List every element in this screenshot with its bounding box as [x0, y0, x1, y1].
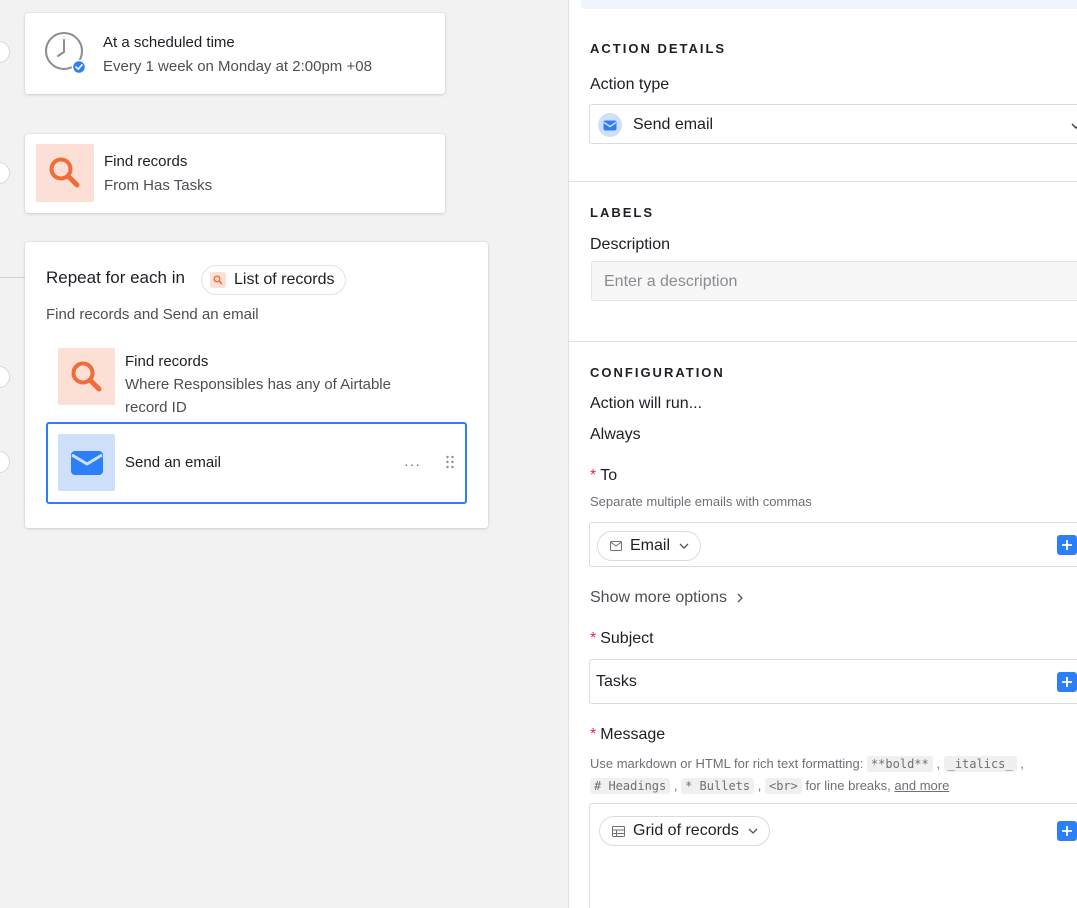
- action-config-panel: ACTION DETAILS Action type Send email LA…: [568, 0, 1077, 908]
- description-placeholder: Enter a description: [604, 273, 738, 290]
- connector-dot: [0, 41, 10, 63]
- repeat-subtitle: Find records and Send an email: [46, 306, 259, 323]
- grid-of-records-token[interactable]: Grid of records: [599, 816, 770, 846]
- find-records-subtitle: From Has Tasks: [104, 177, 213, 194]
- search-icon: [71, 361, 101, 391]
- search-icon: [49, 157, 80, 188]
- nested-find-records-title: Find records: [125, 353, 209, 370]
- envelope-icon: [610, 541, 622, 551]
- automation-canvas: At a scheduled time Every 1 week on Mond…: [0, 0, 568, 908]
- nested-find-records[interactable]: Find records Where Responsibles has any …: [46, 342, 467, 420]
- trigger-subtitle: Every 1 week on Monday at 2:00pm +08: [103, 58, 372, 75]
- send-email-title: Send an email: [125, 454, 221, 471]
- to-field[interactable]: Email: [589, 522, 1077, 567]
- section-divider: [569, 341, 1077, 342]
- plus-icon: [1062, 826, 1072, 836]
- repeat-group-card[interactable]: Repeat for each in List of records Find …: [25, 242, 488, 528]
- runs-label: Action will run...: [590, 395, 703, 412]
- trigger-title: At a scheduled time: [103, 34, 235, 51]
- find-records-title: Find records: [104, 153, 188, 170]
- more-options-icon[interactable]: ···: [404, 456, 421, 472]
- search-icon-tile: [36, 144, 94, 202]
- connector-dot: [0, 451, 10, 473]
- envelope-icon: [70, 450, 103, 475]
- add-field-button[interactable]: [1057, 821, 1077, 841]
- description-input[interactable]: Enter a description: [591, 261, 1077, 301]
- action-type-value: Send email: [633, 116, 714, 133]
- find-records-card[interactable]: Find records From Has Tasks: [25, 134, 445, 213]
- message-field[interactable]: Grid of records: [589, 803, 1077, 908]
- section-heading-labels: LABELS: [590, 205, 654, 220]
- to-hint: Separate multiple emails with commas: [590, 494, 812, 509]
- and-more-link[interactable]: and more: [894, 778, 949, 793]
- to-label: * To: [590, 467, 618, 484]
- runs-value: Always: [590, 426, 641, 443]
- envelope-icon-tile: [58, 434, 115, 491]
- email-token[interactable]: Email: [597, 531, 702, 561]
- connector-dot: [0, 366, 10, 388]
- list-of-records-pill[interactable]: List of records: [201, 265, 347, 295]
- search-icon: [210, 272, 226, 288]
- send-email-step[interactable]: Send an email ···: [46, 422, 467, 504]
- email-token-label: Email: [630, 537, 671, 554]
- nested-find-records-subtitle: Where Responsibles has any of Airtable: [125, 376, 391, 393]
- plus-icon: [1062, 540, 1072, 550]
- subject-value: Tasks: [596, 673, 637, 690]
- connector-dot: [0, 162, 10, 184]
- show-more-options-link[interactable]: Show more options: [590, 589, 745, 607]
- repeat-title: Repeat for each in: [46, 268, 185, 287]
- subject-field[interactable]: Tasks: [589, 659, 1077, 704]
- clock-icon: [44, 31, 87, 75]
- subject-label: * Subject: [590, 630, 654, 647]
- trigger-card[interactable]: At a scheduled time Every 1 week on Mond…: [25, 13, 445, 94]
- envelope-icon: [598, 113, 622, 137]
- section-heading-configuration: CONFIGURATION: [590, 365, 725, 380]
- add-field-button[interactable]: [1057, 672, 1077, 692]
- nested-find-records-subtitle-2: record ID: [125, 399, 187, 416]
- search-icon-tile: [58, 348, 115, 405]
- message-label: * Message: [590, 726, 666, 743]
- chevron-right-icon: [737, 593, 743, 603]
- chevron-down-icon: [679, 543, 689, 549]
- grid-of-records-label: Grid of records: [633, 822, 739, 839]
- message-hint: Use markdown or HTML for rich text forma…: [590, 756, 1024, 794]
- action-type-label: Action type: [590, 76, 670, 93]
- action-type-select[interactable]: Send email: [589, 104, 1077, 144]
- section-divider: [569, 181, 1077, 182]
- drag-handle-icon[interactable]: [445, 455, 455, 469]
- chevron-down-icon: [1070, 119, 1077, 137]
- pill-label: List of records: [234, 271, 335, 288]
- description-label: Description: [590, 236, 671, 253]
- table-icon: [612, 825, 625, 837]
- add-field-button[interactable]: [1057, 535, 1077, 555]
- section-heading-action-details: ACTION DETAILS: [590, 41, 727, 56]
- chevron-down-icon: [748, 828, 758, 834]
- panel-header-strip: [581, 0, 1077, 9]
- connector-line: [0, 277, 25, 278]
- plus-icon: [1062, 677, 1072, 687]
